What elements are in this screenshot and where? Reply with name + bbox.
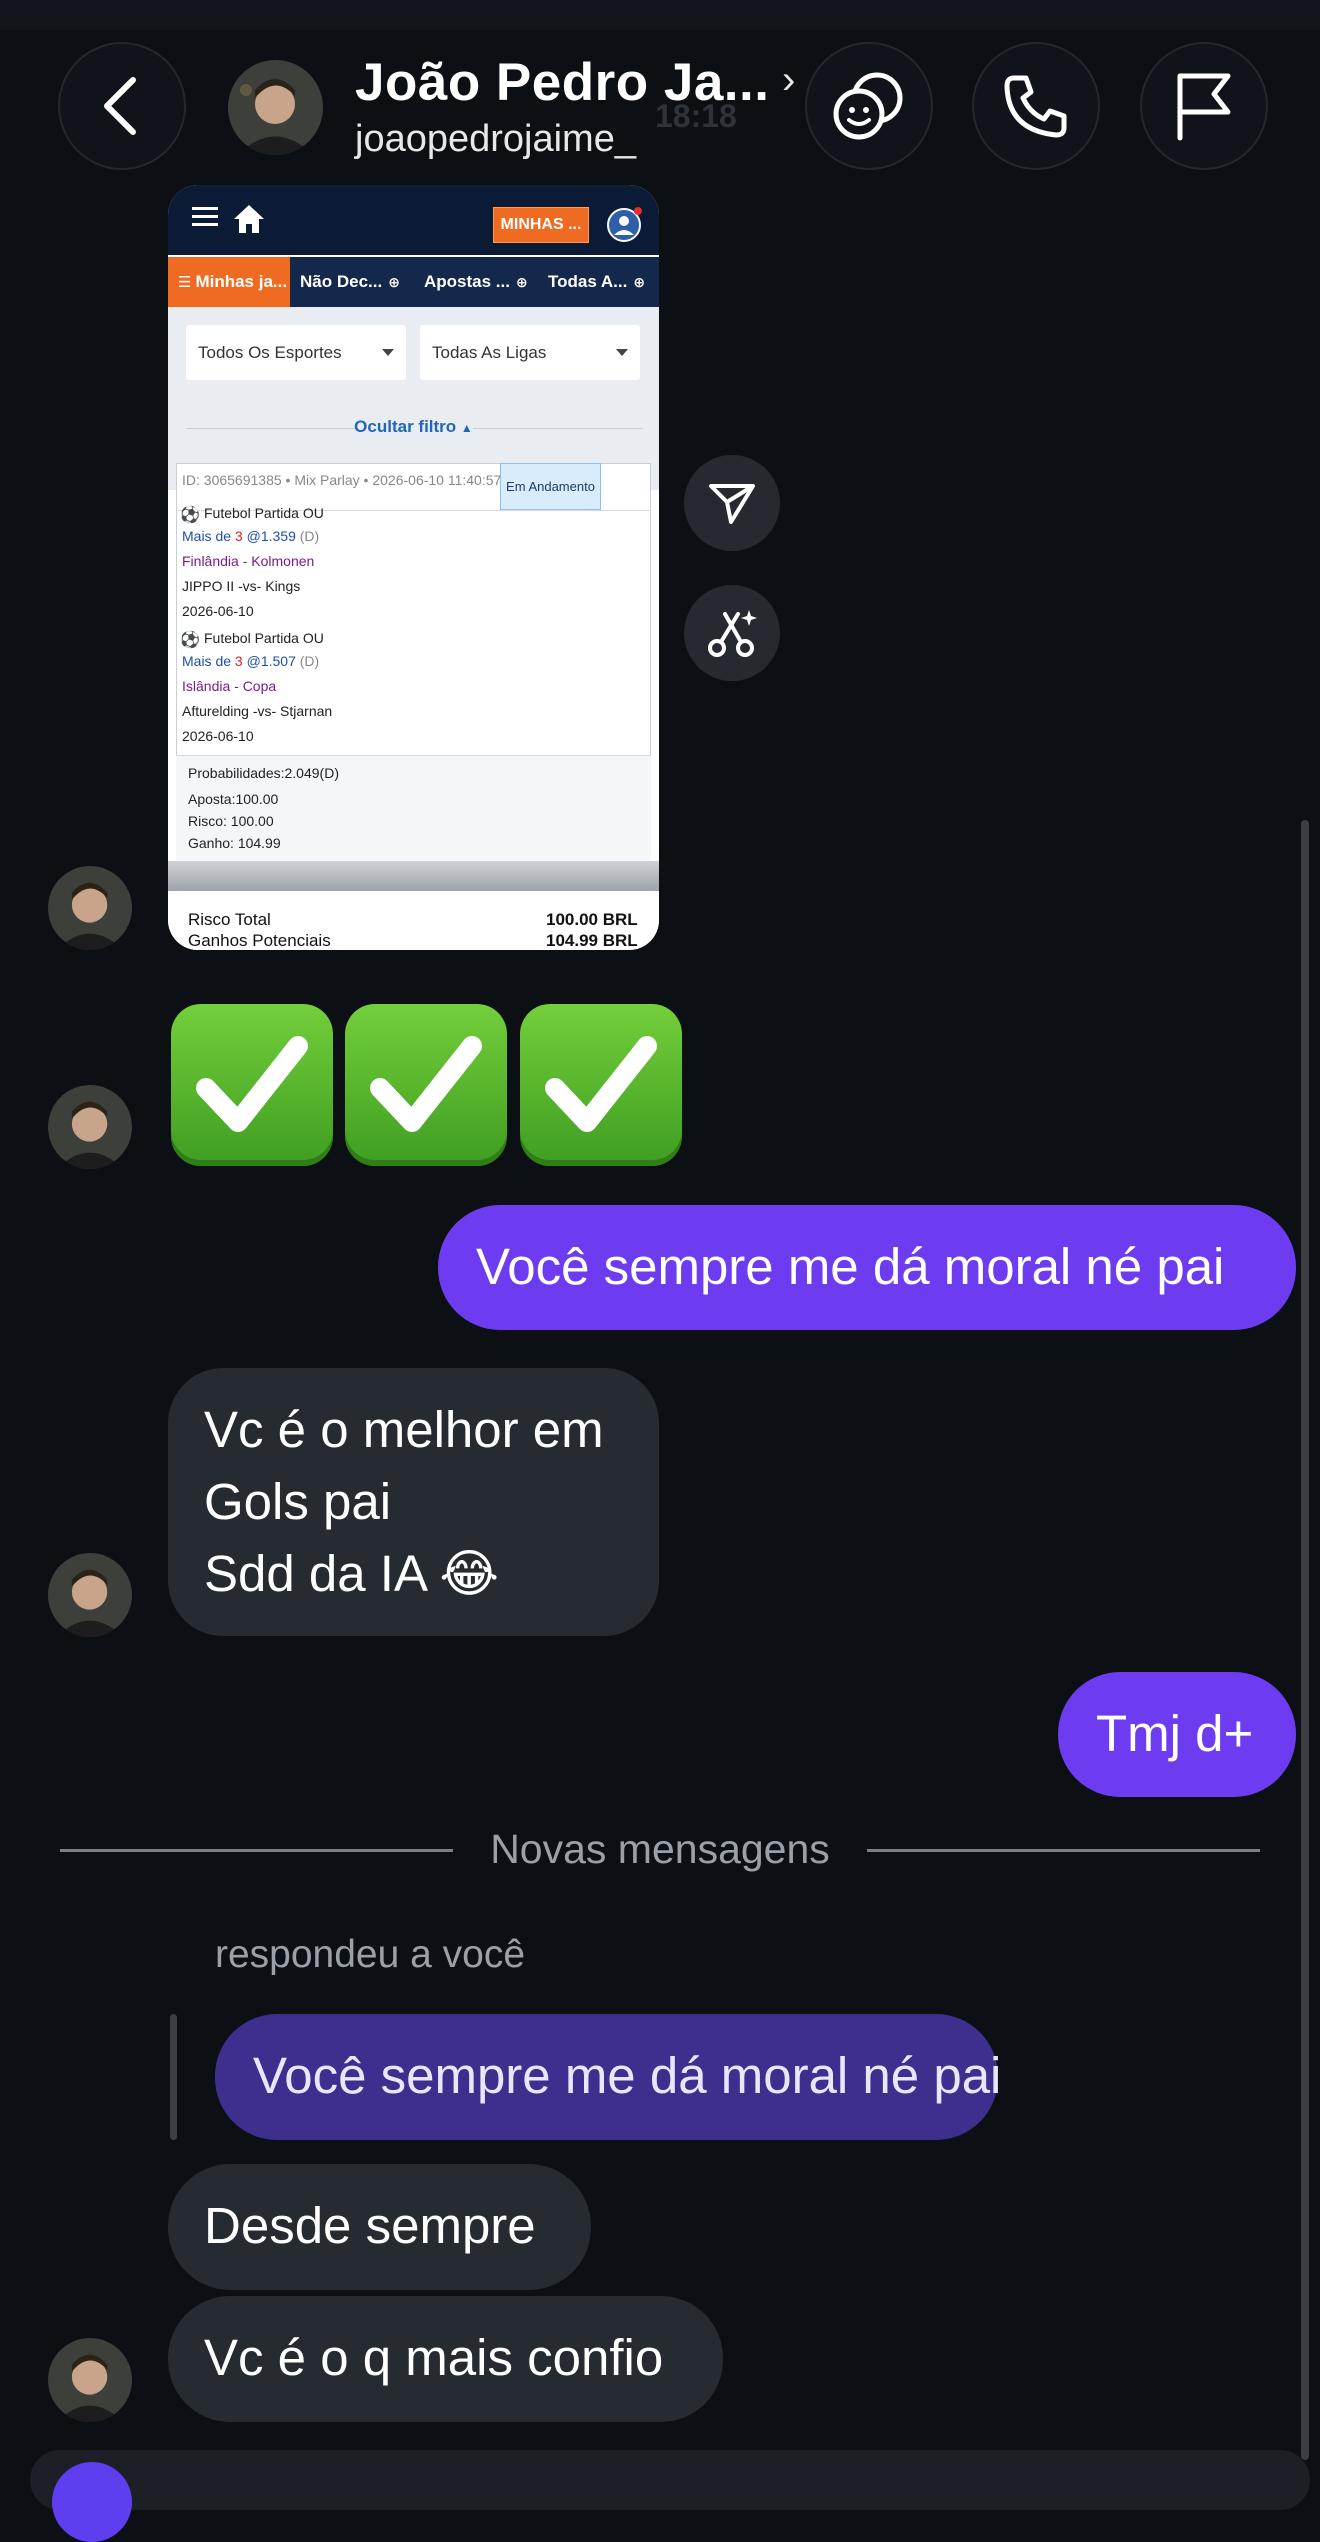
bet-tab-apostas: Apostas ... ⊕ [424,272,528,291]
send-icon [709,484,755,524]
bet-footer-shadow [168,861,659,891]
total-risk-value: 100.00 BRL [546,910,638,929]
message-composer[interactable] [30,2450,1310,2510]
sender-avatar[interactable] [48,1553,132,1637]
back-button[interactable] [58,42,186,170]
message-line: Vc é o melhor em [204,1401,604,1458]
cut-sparkle-icon [708,610,757,657]
bet-tab-minhas: ☰ Minhas ja... [168,257,290,307]
leg-match: JIPPO II -vs- Kings [182,578,301,594]
total-risk-label: Risco Total [188,910,271,929]
leg-market: Futebol Partida OU [204,630,324,646]
home-icon [232,203,266,240]
incoming-message[interactable]: Vc é o melhor em Gols pai Sdd da IA 😂 [168,1368,659,1636]
leg-market: Futebol Partida OU [204,505,324,521]
soccer-ball-icon: ⚽ [180,632,200,649]
menu-icon [192,205,218,234]
leg-match: Afturelding -vs- Stjarnan [182,703,333,719]
chevron-right-icon[interactable]: › [782,58,795,103]
reply-label: respondeu a você [215,1933,526,1976]
scrollbar[interactable] [1301,820,1309,2460]
check-emoji [345,1004,507,1166]
message-line: Sdd da IA 😂 [204,1545,499,1602]
leg-pick: Mais de 3 @1.359 (D) [182,528,320,544]
gain: Ganho: 104.99 [188,835,281,851]
status-badge: Em Andamento [500,463,601,510]
account-icon [606,207,642,248]
bet-tab-todas: Todas A... ⊕ [548,272,646,291]
reply-quote-bar [170,2014,177,2140]
leg-league: Islândia - Copa [182,678,277,694]
quoted-message[interactable]: Você sempre me dá moral né pai [215,2014,1001,2140]
leg-date: 2026-06-10 [182,728,254,744]
chevron-left-icon [104,77,136,135]
report-button[interactable] [1140,42,1268,170]
probabilities: Probabilidades:2.049(D) [188,765,339,781]
bet-id: ID: 3065691385 • Mix Parlay • 2026-06-10… [182,472,502,488]
top-edge-strip [0,0,1320,30]
stickers-icon [833,72,903,140]
incoming-message[interactable]: Vc é o q mais confio [168,2296,723,2422]
phone-icon [1004,75,1067,138]
contact-username: joaopedrojaime_ [355,118,636,160]
risk: Risco: 100.00 [188,813,274,829]
league-select: Todas As Ligas [420,325,640,380]
hide-filter-link: Ocultar filtro ▲ [354,417,473,436]
contact-avatar[interactable] [228,60,323,155]
sender-avatar[interactable] [48,1085,132,1169]
outgoing-message[interactable]: Você sempre me dá moral né pai [438,1205,1296,1330]
soccer-ball-icon: ⚽ [180,507,200,524]
shared-bet-screenshot[interactable]: MINHAS ... ☰ Minhas ja... Não Dec... ⊕ Apo… [168,185,659,950]
check-emoji [520,1004,682,1166]
outgoing-message[interactable]: Tmj d+ [1058,1672,1296,1797]
leg-pick: Mais de 3 @1.507 (D) [182,653,320,669]
sender-avatar[interactable] [48,2338,132,2422]
potential-gain-label: Ganhos Potenciais [188,931,331,950]
camera-button[interactable] [52,2462,132,2542]
stake: Aposta:100.00 [188,791,279,807]
flag-icon [1177,73,1231,141]
forward-button[interactable] [684,455,780,551]
bet-tabs: ☰ Minhas ja... Não Dec... ⊕ Apostas ... ⊕ T… [168,257,659,307]
leg-league: Finlândia - Kolmonen [182,553,315,569]
stickers-button[interactable] [805,42,933,170]
leg-date: 2026-06-10 [182,603,254,619]
potential-gain-value: 104.99 BRL [546,931,638,950]
sender-avatar[interactable] [48,866,132,950]
call-button[interactable] [972,42,1100,170]
minhas-apostas-button: MINHAS ... [493,207,589,243]
edit-image-button[interactable] [684,585,780,681]
sport-select: Todos Os Esportes [186,325,406,380]
bet-tab-nao-decididas: Não Dec... ⊕ [300,272,400,291]
message-line: Gols pai [204,1473,392,1530]
ghost-timestamp: 18:18 [655,98,737,134]
check-emoji [171,1004,333,1166]
incoming-message[interactable]: Desde sempre [168,2164,591,2290]
new-messages-label: Novas mensagens [490,1826,830,1872]
